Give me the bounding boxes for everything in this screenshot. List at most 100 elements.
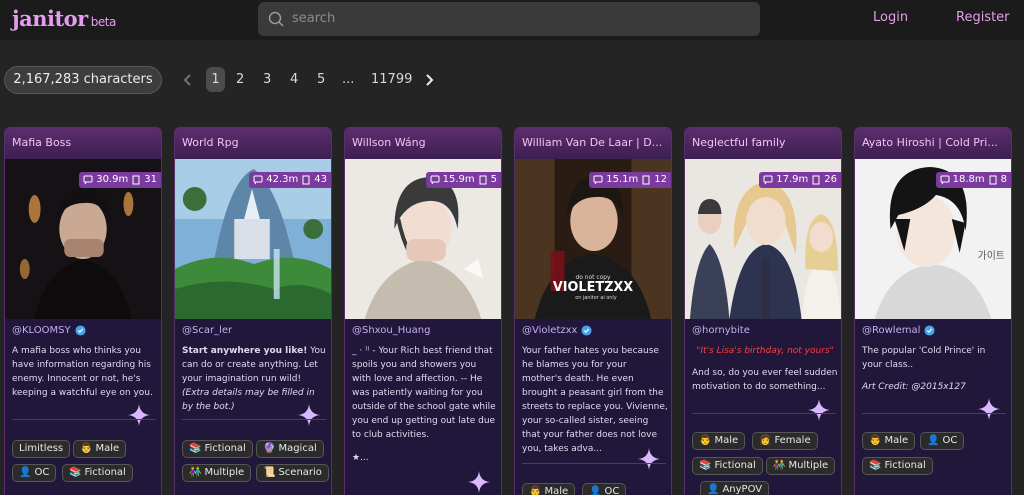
tag-label: Fictional	[714, 460, 756, 471]
tag-label: OC	[604, 486, 620, 495]
tag-male[interactable]: 👨 Male	[522, 483, 576, 495]
book-icon: 📚	[69, 467, 82, 478]
tag-male[interactable]: 👨 Male	[692, 432, 746, 450]
people-icon: 👫	[773, 460, 786, 471]
character-card[interactable]: Mafia Boss 30.9m 31 @KLOOMSY A mafia bos…	[4, 127, 162, 495]
tag-label: Magical	[278, 443, 317, 454]
page-2[interactable]: 2	[236, 72, 244, 87]
image-caption: 가이트	[978, 250, 1005, 262]
tag-label: Multiple	[204, 467, 245, 478]
divider	[182, 419, 326, 420]
tag-label: Fictional	[204, 443, 246, 454]
sparkle-icon	[638, 448, 660, 470]
tag-limitless[interactable]: Limitless	[12, 440, 71, 458]
register-button[interactable]: Register	[956, 10, 1010, 25]
chat-icon	[253, 175, 263, 185]
creator-link[interactable]: @Rowlemal	[862, 325, 935, 336]
tag-fictional[interactable]: 📚 Fictional	[692, 457, 763, 475]
document-icon	[479, 175, 487, 185]
description-quote: "It's Lisa's birthday, not yours"	[696, 346, 834, 356]
verified-icon	[581, 325, 593, 336]
card-title: Neglectful family	[685, 128, 841, 159]
creator-link[interactable]: @Shxou_Huang	[352, 325, 430, 336]
female-icon: 👩	[759, 435, 772, 446]
person-icon: 👤	[19, 467, 32, 478]
creator-link[interactable]: @KLOOMSY	[12, 325, 86, 336]
magic-icon: 🔮	[263, 443, 276, 454]
page-3[interactable]: 3	[263, 72, 271, 87]
search-input[interactable]: search	[258, 2, 760, 36]
tag-anypov[interactable]: 👤 AnyPOV	[700, 481, 770, 495]
creator-link[interactable]: @hornybite	[692, 325, 750, 336]
document-icon	[989, 175, 997, 185]
watermark-text: VIOLETZXX	[553, 280, 633, 295]
character-card[interactable]: World Rpg 42.3m 43 @Scar_ler Start anywh…	[174, 127, 332, 495]
creator-link[interactable]: @Violetzxx	[522, 325, 593, 336]
page-ellipsis: ...	[342, 72, 355, 87]
tag-multiple[interactable]: 👫 Multiple	[182, 464, 252, 482]
page-last[interactable]: 11799	[371, 72, 412, 87]
card-stats: 30.9m 31	[79, 172, 161, 188]
logo[interactable]: janitor beta	[12, 6, 116, 31]
creator-name: @Scar_ler	[182, 325, 233, 336]
tag-multiple[interactable]: 👫 Multiple	[766, 457, 836, 475]
chat-count: 43	[314, 174, 327, 185]
chevron-left-icon[interactable]	[181, 73, 195, 87]
tag-label: Scenario	[278, 467, 322, 478]
login-button[interactable]: Login	[873, 10, 908, 25]
card-stats: 15.9m 5	[425, 172, 501, 188]
creator-name: @Rowlemal	[862, 325, 921, 336]
page-5[interactable]: 5	[317, 72, 325, 87]
card-stats: 15.1m 12	[589, 172, 671, 188]
token-count: 18.8m	[952, 174, 985, 185]
tag-oc[interactable]: 👤 OC	[920, 432, 965, 450]
people-icon: 👫	[189, 467, 202, 478]
tag-label: Fictional	[84, 467, 126, 478]
male-icon: 👨	[80, 443, 93, 454]
description-italic: (Extra details may be filled in by the b…	[182, 388, 315, 412]
character-card[interactable]: William Van De Laar | D... do not copy V…	[514, 127, 672, 495]
sparkle-icon	[128, 404, 150, 426]
tag-label: Male	[95, 443, 120, 454]
token-count: 30.9m	[96, 174, 129, 185]
tag-male[interactable]: 👨 Male	[73, 440, 127, 458]
character-card[interactable]: Neglectful family 17.9m 26 @hornybite "I…	[684, 127, 842, 495]
tag-oc[interactable]: 👤 OC	[12, 464, 57, 482]
tag-label: OC	[942, 435, 958, 446]
card-title: William Van De Laar | D...	[515, 128, 671, 159]
tag-fictional[interactable]: 📚 Fictional	[862, 457, 933, 475]
creator-name: @Violetzxx	[522, 325, 578, 336]
tag-female[interactable]: 👩 Female	[752, 432, 818, 450]
scroll-icon: 📜	[263, 467, 276, 478]
card-stats: 17.9m 26	[759, 172, 841, 188]
chat-icon	[593, 175, 603, 185]
search-placeholder: search	[292, 11, 336, 26]
tag-male[interactable]: 👨 Male	[862, 432, 916, 450]
book-icon: 📚	[189, 443, 202, 454]
tag-fictional[interactable]: 📚 Fictional	[182, 440, 253, 458]
page-4[interactable]: 4	[290, 72, 298, 87]
male-icon: 👨	[699, 435, 712, 446]
sparkle-icon	[808, 399, 830, 421]
divider	[522, 463, 666, 464]
chat-count: 31	[144, 174, 157, 185]
tag-fictional[interactable]: 📚 Fictional	[62, 464, 133, 482]
verified-icon	[75, 325, 86, 336]
token-count: 42.3m	[266, 174, 299, 185]
chat-count: 26	[824, 174, 837, 185]
card-title: Willson Wáng	[345, 128, 501, 159]
watermark-bottom: on janitor ai only	[575, 295, 617, 301]
search-icon	[268, 11, 284, 27]
character-card[interactable]: Willson Wáng 15.9m 5 @Shxou_Huang _ · ⁾⁾…	[344, 127, 502, 495]
character-card[interactable]: Ayato Hiroshi | Cold Pri... 가이트 18.8m 8 …	[854, 127, 1012, 495]
chevron-right-icon[interactable]	[422, 73, 436, 87]
tag-label: Fictional	[884, 460, 926, 471]
beta-label: beta	[90, 15, 117, 29]
page-1[interactable]: 1	[206, 67, 225, 92]
card-description: Your father hates you because he blames …	[522, 346, 668, 454]
tag-magical[interactable]: 🔮 Magical	[256, 440, 324, 458]
creator-link[interactable]: @Scar_ler	[182, 325, 232, 336]
tag-scenario[interactable]: 📜 Scenario	[256, 464, 329, 482]
tag-oc[interactable]: 👤 OC	[582, 483, 627, 495]
card-description: And so, do you ever feel sudden motivati…	[692, 368, 838, 392]
